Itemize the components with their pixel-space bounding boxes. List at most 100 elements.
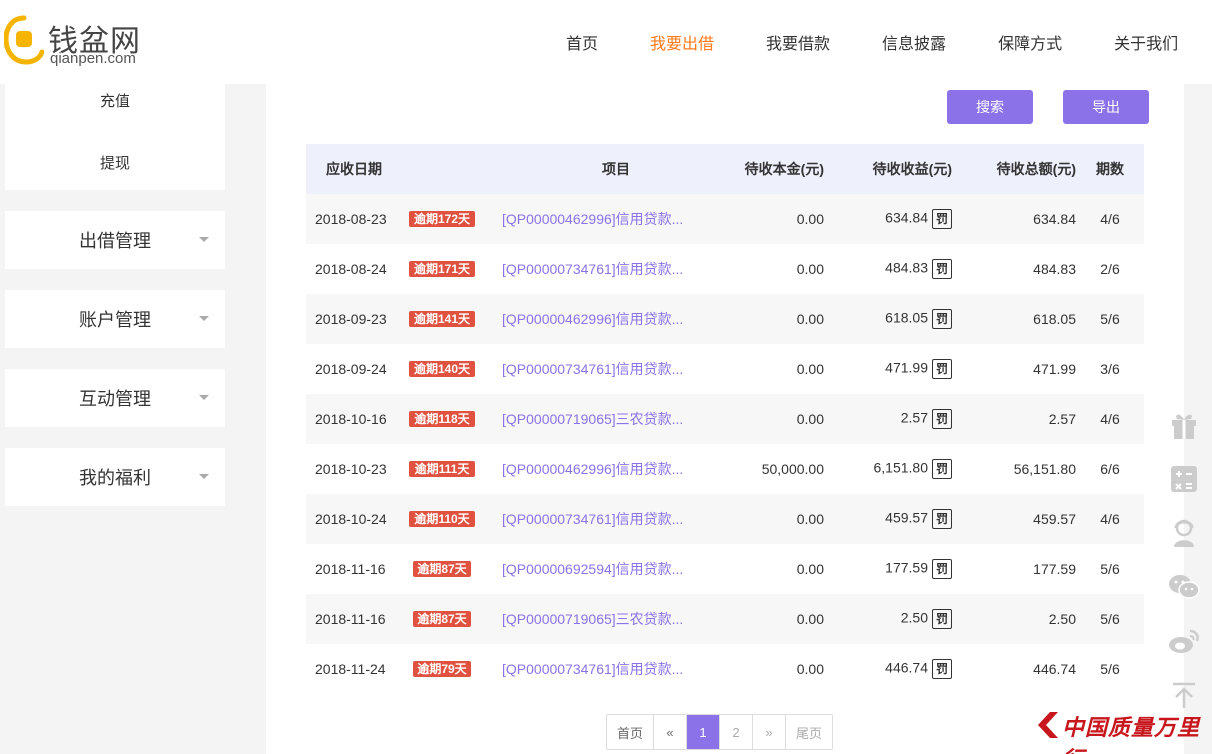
calculator-icon[interactable] xyxy=(1164,452,1204,506)
sidebar-menu-benefits[interactable]: 我的福利 xyxy=(5,448,225,506)
wechat-icon[interactable] xyxy=(1164,560,1204,614)
cell-project: [QP00000719065]三农贷款... xyxy=(502,594,730,644)
cell-period: 5/6 xyxy=(1100,311,1120,327)
cell-principal: 0.00 xyxy=(796,361,824,377)
project-link[interactable]: [QP00000734761]信用贷款... xyxy=(502,661,683,677)
table-row: 2018-11-16 逾期87天 [QP00000719065]三农贷款... 0.0… xyxy=(306,594,1144,644)
cell-interest: 2.50 罚 xyxy=(824,594,952,644)
page-next-button[interactable]: » xyxy=(753,715,787,749)
cell-interest: 459.57 罚 xyxy=(824,494,952,544)
sidebar-menu-label: 账户管理 xyxy=(79,310,151,330)
project-link[interactable]: [QP00000734761]信用贷款... xyxy=(502,261,683,277)
sidebar-item-withdraw[interactable]: 提现 xyxy=(5,152,225,173)
project-link[interactable]: [QP00000692594]信用贷款... xyxy=(502,561,683,577)
nav-item-4[interactable]: 保障方式 xyxy=(998,30,1062,54)
table-row: 2018-09-24 逾期140天 [QP00000734761]信用贷款... 0.… xyxy=(306,344,1144,394)
due-date: 2018-08-23 xyxy=(315,211,387,227)
sidebar-menu-lending[interactable]: 出借管理 xyxy=(5,211,225,269)
watermark-text: 中国质量万里行 xyxy=(1062,715,1201,754)
cell-date: 2018-10-16 逾期118天 xyxy=(306,394,502,444)
weibo-icon[interactable] xyxy=(1164,614,1204,668)
main-nav: 首页 我要出借 我要借款 信息披露 保障方式 关于我们 xyxy=(566,30,1178,54)
col-header-due-date: 应收日期 xyxy=(326,161,382,177)
cell-period: 6/6 xyxy=(1100,461,1120,477)
interest-value: 484.83 xyxy=(885,259,928,276)
interest-value: 177.59 xyxy=(885,559,928,576)
sidebar-item-recharge[interactable]: 充值 xyxy=(5,90,225,111)
due-date: 2018-09-23 xyxy=(315,311,387,327)
receivables-table: 应收日期 项目 待收本金(元) 待收收益(元) 待收总额(元) 期数 2018-… xyxy=(306,144,1144,694)
export-button[interactable]: 导出 xyxy=(1063,90,1149,124)
sidebar-funds-card: 充值 提现 xyxy=(5,84,225,190)
page-first-button[interactable]: 首页 xyxy=(607,715,655,749)
table-row: 2018-11-16 逾期87天 [QP00000692594]信用贷款... 0.0… xyxy=(306,544,1144,594)
cell-project: [QP00000462996]信用贷款... xyxy=(502,194,730,244)
col-header-interest: 待收收益(元) xyxy=(872,161,952,177)
overdue-badge: 逾期171天 xyxy=(409,261,475,277)
table-row: 2018-08-23 逾期172天 [QP00000462996]信用贷款... 0.… xyxy=(306,194,1144,244)
nav-item-3[interactable]: 信息披露 xyxy=(882,30,946,54)
cell-total: 634.84 xyxy=(1033,211,1076,227)
cell-total: 484.83 xyxy=(1033,261,1076,277)
page-button-2[interactable]: 2 xyxy=(720,715,754,749)
col-header-principal: 待收本金(元) xyxy=(744,161,824,177)
page-prev-button[interactable]: « xyxy=(654,715,688,749)
site-logo[interactable]: 钱盆网 qianpen.com xyxy=(4,10,164,72)
nav-item-1[interactable]: 我要出借 xyxy=(650,30,714,54)
search-button[interactable]: 搜索 xyxy=(947,90,1033,124)
project-link[interactable]: [QP00000462996]信用贷款... xyxy=(502,211,683,227)
page-button-1[interactable]: 1 xyxy=(687,715,721,749)
nav-item-2[interactable]: 我要借款 xyxy=(766,30,830,54)
project-link[interactable]: [QP00000734761]信用贷款... xyxy=(502,511,683,527)
interest-value: 6,151.80 xyxy=(873,459,929,476)
cell-total: 2.50 xyxy=(1048,611,1076,627)
overdue-badge: 逾期141天 xyxy=(409,311,475,327)
float-toolbar xyxy=(1164,398,1204,722)
penalty-badge: 罚 xyxy=(932,309,952,329)
penalty-badge: 罚 xyxy=(932,209,952,229)
sidebar-menu-account[interactable]: 账户管理 xyxy=(5,290,225,348)
cell-total: 56,151.80 xyxy=(1013,461,1076,477)
cell-principal: 0.00 xyxy=(796,511,824,527)
nav-item-5[interactable]: 关于我们 xyxy=(1114,30,1178,54)
interest-value: 459.57 xyxy=(885,509,928,526)
cell-interest: 177.59 罚 xyxy=(824,544,952,594)
cell-total: 618.05 xyxy=(1033,311,1076,327)
col-header-period: 期数 xyxy=(1096,161,1124,177)
cell-project: [QP00000734761]信用贷款... xyxy=(502,344,730,394)
due-date: 2018-10-16 xyxy=(315,411,387,427)
page-last-button[interactable]: 尾页 xyxy=(786,715,833,749)
cell-interest: 446.74 罚 xyxy=(824,644,952,694)
customer-service-icon[interactable] xyxy=(1164,506,1204,560)
project-link[interactable]: [QP00000462996]信用贷款... xyxy=(502,461,683,477)
project-link[interactable]: [QP00000734761]信用贷款... xyxy=(502,361,683,377)
cell-principal: 0.00 xyxy=(796,561,824,577)
cell-interest: 634.84 罚 xyxy=(824,194,952,244)
cell-project: [QP00000734761]信用贷款... xyxy=(502,494,730,544)
due-date: 2018-11-24 xyxy=(315,661,386,677)
interest-value: 446.74 xyxy=(885,659,928,676)
table-row: 2018-10-23 逾期111天 [QP00000462996]信用贷款... 50… xyxy=(306,444,1144,494)
cell-interest: 6,151.80 罚 xyxy=(824,444,952,494)
project-link[interactable]: [QP00000719065]三农贷款... xyxy=(502,611,683,627)
cell-date: 2018-09-24 逾期140天 xyxy=(306,344,502,394)
cell-period: 2/6 xyxy=(1100,261,1120,277)
cell-period: 5/6 xyxy=(1100,611,1120,627)
cell-principal: 0.00 xyxy=(796,211,824,227)
nav-item-0[interactable]: 首页 xyxy=(566,30,598,54)
project-link[interactable]: [QP00000462996]信用贷款... xyxy=(502,311,683,327)
overdue-badge: 逾期87天 xyxy=(413,561,471,577)
cell-date: 2018-11-24 逾期79天 xyxy=(306,644,502,694)
caret-down-icon xyxy=(199,395,209,400)
interest-value: 2.50 xyxy=(900,609,928,626)
cell-interest: 484.83 罚 xyxy=(824,244,952,294)
due-date: 2018-10-24 xyxy=(315,511,387,527)
penalty-badge: 罚 xyxy=(932,359,952,379)
cell-project: [QP00000462996]信用贷款... xyxy=(502,444,730,494)
cell-principal: 0.00 xyxy=(796,411,824,427)
cell-period: 5/6 xyxy=(1100,561,1120,577)
sidebar-menu-interaction[interactable]: 互动管理 xyxy=(5,369,225,427)
table-row: 2018-11-24 逾期79天 [QP00000734761]信用贷款... 0.0… xyxy=(306,644,1144,694)
project-link[interactable]: [QP00000719065]三农贷款... xyxy=(502,411,683,427)
gift-icon[interactable] xyxy=(1164,398,1204,452)
